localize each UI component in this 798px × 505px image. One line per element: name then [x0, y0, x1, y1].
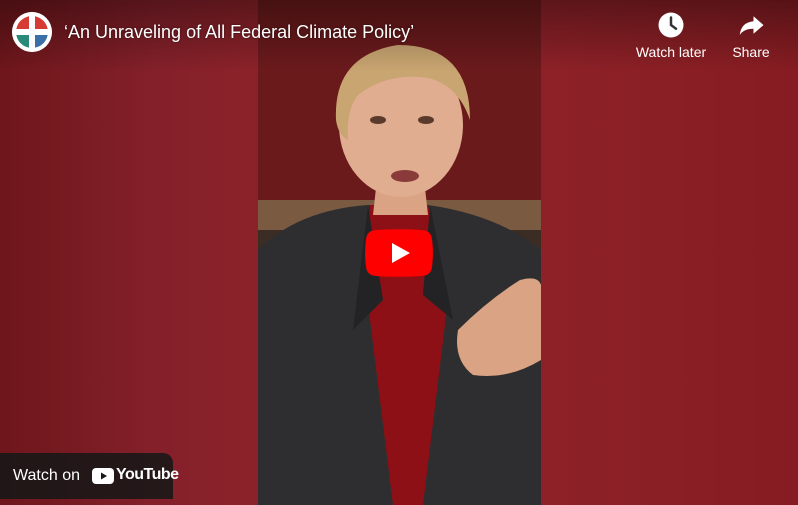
background-left	[0, 0, 258, 505]
video-title[interactable]: ‘An Unraveling of All Federal Climate Po…	[64, 22, 414, 43]
watch-later-label: Watch later	[635, 44, 707, 60]
clock-icon	[658, 12, 684, 38]
watch-on-youtube-button[interactable]: Watch on YouTube	[0, 453, 179, 499]
share-label: Share	[732, 44, 770, 60]
video-player[interactable]: ‘An Unraveling of All Federal Climate Po…	[0, 0, 798, 505]
share-arrow-icon	[739, 16, 764, 35]
channel-logo-icon	[12, 12, 52, 52]
youtube-wordmark: YouTube	[116, 466, 179, 483]
youtube-logo-icon	[92, 468, 114, 484]
play-icon	[365, 229, 433, 277]
play-button[interactable]	[365, 229, 433, 277]
share-button[interactable]: Share	[713, 10, 789, 60]
background-right	[541, 0, 798, 505]
channel-avatar[interactable]	[12, 12, 52, 52]
watch-on-label: Watch on	[13, 467, 80, 484]
watch-later-button[interactable]: Watch later	[633, 10, 709, 60]
